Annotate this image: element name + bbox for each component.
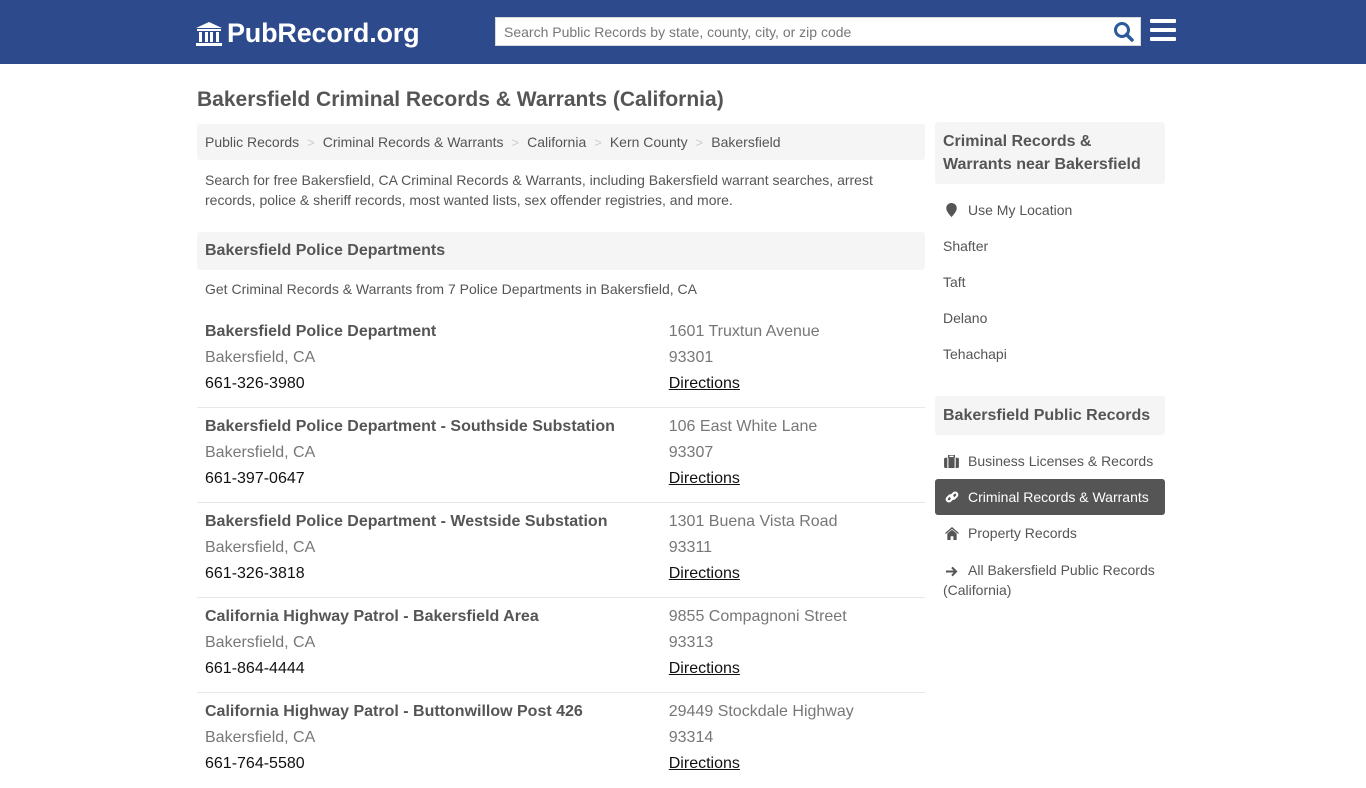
breadcrumb-separator: >: [511, 134, 520, 150]
department-phone[interactable]: 661-864-4444: [205, 656, 669, 682]
menu-bar: [1150, 19, 1176, 23]
department-city: Bakersfield, CA: [205, 729, 316, 746]
map-marker-icon: [943, 203, 960, 217]
section-heading: Bakersfield Police Departments: [197, 232, 925, 270]
department-phone[interactable]: 661-764-5580: [205, 751, 669, 777]
property-records-label: Property Records: [968, 525, 1077, 541]
public-records-heading: Bakersfield Public Records: [935, 396, 1165, 435]
business-licenses-label: Business Licenses & Records: [968, 453, 1154, 469]
directions-link[interactable]: Directions: [669, 470, 740, 487]
department-city: Bakersfield, CA: [205, 539, 316, 556]
all-public-records-label: All Bakersfield Public Records (Californ…: [943, 562, 1155, 598]
breadcrumb-public-records[interactable]: Public Records: [205, 134, 299, 150]
business-licenses-link[interactable]: Business Licenses & Records: [935, 443, 1165, 479]
menu-bar: [1150, 37, 1176, 41]
page-title: Bakersfield Criminal Records & Warrants …: [197, 88, 724, 111]
nearby-city-link[interactable]: Shafter: [935, 228, 1165, 264]
department-address: 29449 Stockdale Highway: [668, 703, 854, 720]
property-records-link[interactable]: Property Records: [935, 515, 1165, 551]
department-address: 1601 Truxtun Avenue: [668, 323, 820, 340]
directions-link[interactable]: Directions: [669, 565, 740, 582]
department-name[interactable]: California Highway Patrol - Bakersfield …: [205, 604, 669, 630]
department-address: 9855 Compagnoni Street: [668, 608, 847, 625]
briefcase-icon: [943, 454, 960, 468]
department-city: Bakersfield, CA: [205, 444, 316, 461]
sidebar: Criminal Records & Warrants near Bakersf…: [935, 122, 1165, 600]
breadcrumb-california[interactable]: California: [527, 134, 586, 150]
department-name[interactable]: Bakersfield Police Department - Southsid…: [205, 414, 669, 440]
list-item: California Highway Patrol - Buttonwillow…: [197, 693, 925, 788]
criminal-records-link[interactable]: Criminal Records & Warrants: [935, 479, 1165, 515]
all-public-records-link[interactable]: All Bakersfield Public Records (Californ…: [935, 551, 1165, 600]
breadcrumb-separator: >: [695, 134, 704, 150]
intro-text: Search for free Bakersfield, CA Criminal…: [205, 172, 873, 208]
directions-link[interactable]: Directions: [669, 660, 740, 677]
site-logo[interactable]: PubRecord.org: [195, 18, 420, 49]
list-item: Bakersfield Police Department - Southsid…: [197, 408, 925, 503]
breadcrumb: Public Records > Criminal Records & Warr…: [197, 124, 925, 160]
link-icon: [943, 490, 960, 504]
department-zip: 93314: [668, 729, 714, 746]
directions-link[interactable]: Directions: [669, 375, 740, 392]
nearby-list: Use My Location Shafter Taft Delano Teha…: [935, 192, 1165, 372]
department-city: Bakersfield, CA: [205, 349, 316, 366]
breadcrumb-criminal-records[interactable]: Criminal Records & Warrants: [323, 134, 504, 150]
breadcrumb-bakersfield[interactable]: Bakersfield: [711, 134, 780, 150]
department-list: Bakersfield Police Department Bakersfiel…: [197, 313, 925, 788]
department-zip: 93301: [668, 349, 714, 366]
logo-text: PubRecord.org: [227, 18, 420, 48]
breadcrumb-kern-county[interactable]: Kern County: [610, 134, 688, 150]
department-name[interactable]: Bakersfield Police Department - Westside…: [205, 509, 669, 535]
breadcrumb-separator: >: [594, 134, 602, 150]
section-subtitle: Get Criminal Records & Warrants from 7 P…: [205, 281, 697, 297]
breadcrumb-separator: >: [307, 134, 315, 150]
department-address: 1301 Buena Vista Road: [668, 513, 838, 530]
main-content: Public Records > Criminal Records & Warr…: [197, 124, 925, 788]
top-navbar: PubRecord.org: [0, 0, 1366, 64]
nearby-city-link[interactable]: Tehachapi: [935, 336, 1165, 372]
search-box: [495, 17, 1141, 46]
criminal-records-label: Criminal Records & Warrants: [968, 489, 1149, 505]
nearby-heading: Criminal Records & Warrants near Bakersf…: [935, 122, 1165, 184]
public-records-list: Business Licenses & Records Criminal Rec…: [935, 443, 1165, 600]
search-button[interactable]: [1112, 21, 1136, 43]
department-city: Bakersfield, CA: [205, 634, 316, 651]
hamburger-menu-button[interactable]: [1150, 19, 1176, 43]
arrow-right-icon: [943, 564, 960, 578]
department-name[interactable]: California Highway Patrol - Buttonwillow…: [205, 699, 669, 725]
nearby-city-link[interactable]: Delano: [935, 300, 1165, 336]
use-my-location-label: Use My Location: [968, 202, 1073, 218]
search-icon: [1114, 22, 1134, 42]
menu-bar: [1150, 28, 1176, 32]
department-zip: 93313: [668, 634, 714, 651]
bank-icon: [196, 21, 222, 46]
search-input[interactable]: [496, 18, 1096, 45]
department-address: 106 East White Lane: [668, 418, 818, 435]
department-zip: 93311: [668, 539, 713, 556]
list-item: California Highway Patrol - Bakersfield …: [197, 598, 925, 693]
department-phone[interactable]: 661-397-0647: [205, 466, 669, 492]
use-my-location-link[interactable]: Use My Location: [935, 192, 1165, 228]
home-icon: [943, 526, 960, 540]
department-phone[interactable]: 661-326-3980: [205, 371, 669, 397]
list-item: Bakersfield Police Department - Westside…: [197, 503, 925, 598]
department-zip: 93307: [668, 444, 714, 461]
directions-link[interactable]: Directions: [669, 755, 740, 772]
department-phone[interactable]: 661-326-3818: [205, 561, 669, 587]
list-item: Bakersfield Police Department Bakersfiel…: [197, 313, 925, 408]
nearby-city-link[interactable]: Taft: [935, 264, 1165, 300]
department-name[interactable]: Bakersfield Police Department: [205, 319, 669, 345]
